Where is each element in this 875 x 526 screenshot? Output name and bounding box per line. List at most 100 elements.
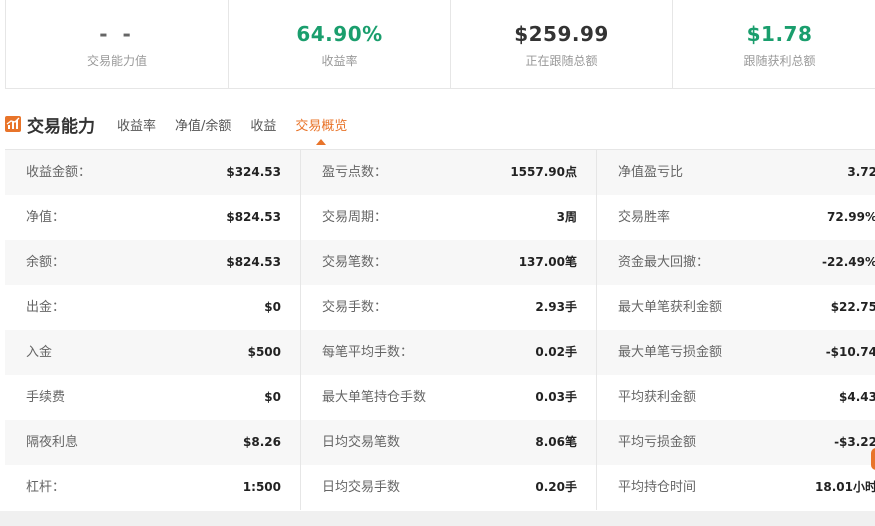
table-row: 收益金额： $324.53 盈亏点数： 1557.90点 净值盈亏比 3.72	[5, 150, 875, 195]
cell-label: 平均获利金额	[618, 390, 697, 405]
bottom-scroll-area	[0, 511, 875, 526]
table-row: 入金 $500 每笔平均手数： 0.02手 最大单笔亏损金额 -$10.74	[5, 330, 875, 375]
table-cell: 交易胜率 72.99%	[597, 195, 875, 240]
cell-label: 手续费	[26, 390, 66, 405]
cell-value: 18.01小时	[815, 480, 875, 494]
cell-value: $4.43	[839, 390, 875, 404]
cell-label: 交易手数：	[322, 300, 388, 315]
table-cell: 平均持仓时间 18.01小时	[597, 465, 875, 510]
table-row: 余额： $824.53 交易笔数： 137.00笔 资金最大回撤： -22.49%	[5, 240, 875, 285]
stat-following-total: $259.99 正在跟随总额	[451, 0, 673, 88]
tab-return-rate[interactable]: 收益率	[117, 115, 156, 134]
stat-label: 交易能力值	[86, 54, 147, 68]
cell-label: 平均持仓时间	[618, 480, 697, 495]
cell-value: 3周	[556, 210, 577, 224]
stat-value: $259.99	[514, 22, 609, 46]
cell-value: 3.72	[847, 165, 875, 179]
cell-label: 平均亏损金额	[618, 435, 697, 450]
section-title: 交易能力	[27, 116, 95, 137]
table-cell: 净值： $824.53	[5, 195, 301, 240]
cell-label: 交易周期：	[322, 210, 388, 225]
cell-value: 72.99%	[827, 210, 875, 224]
cell-value: -$10.74	[825, 345, 875, 359]
stat-value: 64.90%	[296, 22, 383, 46]
cell-label: 交易胜率	[618, 210, 671, 225]
cell-value: 1:500	[242, 480, 281, 494]
cell-value: $324.53	[226, 165, 281, 179]
cell-value: 0.03手	[535, 390, 577, 404]
cell-label: 隔夜利息	[26, 435, 79, 450]
table-cell: 净值盈亏比 3.72	[597, 150, 875, 195]
cell-value: 137.00笔	[518, 255, 577, 269]
table-cell: 最大单笔获利金额 $22.75	[597, 285, 875, 330]
cell-label: 盈亏点数：	[322, 165, 388, 180]
cell-label: 出金：	[26, 300, 66, 315]
cell-value: $824.53	[226, 210, 281, 224]
cell-value: 2.93手	[535, 300, 577, 314]
table-cell: 平均亏损金额 -$3.22	[597, 420, 875, 465]
table-cell: 入金 $500	[5, 330, 301, 375]
table-cell: 最大单笔持仓手数 0.03手	[301, 375, 597, 420]
table-cell: 日均交易手数 0.20手	[301, 465, 597, 510]
cell-label: 收益金额：	[26, 165, 92, 180]
cell-label: 入金	[26, 345, 53, 360]
cell-label: 杠杆：	[26, 480, 66, 495]
cell-label: 每笔平均手数：	[322, 345, 414, 360]
table-cell: 日均交易笔数 8.06笔	[301, 420, 597, 465]
stat-label: 跟随获利总额	[743, 54, 816, 68]
cell-label: 日均交易手数	[322, 480, 401, 495]
cell-value: 0.20手	[535, 480, 577, 494]
table-cell: 收益金额： $324.53	[5, 150, 301, 195]
stat-return-rate: 64.90% 收益率	[229, 0, 451, 88]
table-row: 净值： $824.53 交易周期： 3周 交易胜率 72.99%	[5, 195, 875, 240]
stat-value: - -	[99, 22, 135, 46]
table-cell: 资金最大回撤： -22.49%	[597, 240, 875, 285]
cell-label: 余额：	[26, 255, 66, 270]
table-cell: 手续费 $0	[5, 375, 301, 420]
cell-value: $8.26	[243, 435, 281, 449]
cell-value: 0.02手	[535, 345, 577, 359]
cell-label: 交易笔数：	[322, 255, 388, 270]
table-cell: 交易周期： 3周	[301, 195, 597, 240]
cell-label: 最大单笔获利金额	[618, 300, 723, 315]
cell-label: 净值：	[26, 210, 66, 225]
cell-value: -22.49%	[822, 255, 875, 269]
table-cell: 交易笔数： 137.00笔	[301, 240, 597, 285]
side-floating-button[interactable]	[871, 448, 875, 470]
trading-overview-table: 收益金额： $324.53 盈亏点数： 1557.90点 净值盈亏比 3.72 净值： $82…	[5, 149, 875, 510]
table-cell: 隔夜利息 $8.26	[5, 420, 301, 465]
cell-value: $0	[264, 390, 281, 404]
tab-profit[interactable]: 收益	[250, 115, 276, 134]
cell-label: 净值盈亏比	[618, 165, 684, 180]
cell-value: 8.06笔	[535, 435, 577, 449]
stat-label: 正在跟随总额	[525, 54, 598, 68]
table-cell: 平均获利金额 $4.43	[597, 375, 875, 420]
cell-value: 1557.90点	[510, 165, 577, 179]
table-cell: 出金： $0	[5, 285, 301, 330]
table-row: 出金： $0 交易手数： 2.93手 最大单笔获利金额 $22.75	[5, 285, 875, 330]
table-row: 杠杆： 1:500 日均交易手数 0.20手 平均持仓时间 18.01小时	[5, 465, 875, 510]
stat-follow-profit: $1.78 跟随获利总额	[673, 0, 875, 88]
stats-bar: - - 交易能力值 64.90% 收益率 $259.99 正在跟随总额 $1.7…	[5, 0, 875, 89]
table-row: 手续费 $0 最大单笔持仓手数 0.03手 平均获利金额 $4.43	[5, 375, 875, 420]
stat-label: 收益率	[321, 54, 358, 68]
table-cell: 最大单笔亏损金额 -$10.74	[597, 330, 875, 375]
cell-label: 最大单笔亏损金额	[618, 345, 723, 360]
cell-label: 资金最大回撤：	[618, 255, 710, 270]
tab-trading-overview[interactable]: 交易概览	[295, 115, 347, 145]
table-cell: 余额： $824.53	[5, 240, 301, 285]
cell-value: $824.53	[226, 255, 281, 269]
chart-icon	[5, 116, 21, 132]
table-row: 隔夜利息 $8.26 日均交易笔数 8.06笔 平均亏损金额 -$3.22	[5, 420, 875, 465]
table-cell: 盈亏点数： 1557.90点	[301, 150, 597, 195]
section-header: 交易能力 收益率 净值/余额 收益 交易概览	[5, 110, 366, 145]
table-cell: 杠杆： 1:500	[5, 465, 301, 510]
cell-value: -$3.22	[834, 435, 875, 449]
cell-value: $0	[264, 300, 281, 314]
cell-value: $22.75	[830, 300, 875, 314]
table-cell: 每笔平均手数： 0.02手	[301, 330, 597, 375]
cell-label: 最大单笔持仓手数	[322, 390, 427, 405]
tab-equity-balance[interactable]: 净值/余额	[175, 115, 231, 134]
cell-value: $500	[247, 345, 281, 359]
table-cell: 交易手数： 2.93手	[301, 285, 597, 330]
